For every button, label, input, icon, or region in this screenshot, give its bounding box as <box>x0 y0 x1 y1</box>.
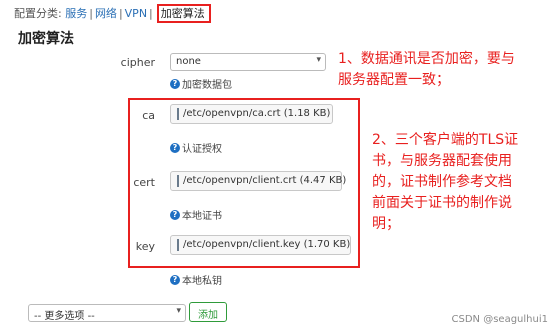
ca-label: ca <box>142 109 155 122</box>
cipher-select-value: none <box>176 56 201 67</box>
ca-help: ? 认证授权 <box>170 140 222 155</box>
breadcrumb-current-encryption: 加密算法 <box>156 4 211 23</box>
breadcrumb: 配置分类: 服务 | 网络 | VPN | 加密算法 <box>14 4 211 23</box>
ca-file-button[interactable]: /etc/openvpn/ca.crt (1.18 KB) <box>170 104 333 124</box>
more-options-select[interactable]: -- 更多选项 -- ▾ <box>28 304 186 322</box>
cert-help: ? 本地证书 <box>170 207 222 222</box>
key-file-button[interactable]: /etc/openvpn/client.key (1.70 KB) <box>170 235 351 255</box>
ca-help-text: 认证授权 <box>182 144 222 155</box>
ca-file-name: /etc/openvpn/ca.crt (1.18 KB) <box>183 108 331 119</box>
cert-label: cert <box>133 176 155 189</box>
cert-help-text: 本地证书 <box>182 211 222 222</box>
breadcrumb-link-service[interactable]: 服务 <box>65 7 87 20</box>
chevron-down-icon: ▾ <box>176 306 181 316</box>
more-options-value: -- 更多选项 -- <box>34 311 95 322</box>
annotation-1-line-2: 服务器配置一致； <box>338 72 450 88</box>
cert-file-button[interactable]: /etc/openvpn/client.crt (4.47 KB) <box>170 171 346 191</box>
watermark: CSDN @seagulhui1 <box>451 314 548 325</box>
add-option-button[interactable]: 添加 <box>189 302 227 322</box>
file-icon <box>177 239 179 251</box>
key-file-name: /etc/openvpn/client.key (1.70 KB) <box>183 239 351 250</box>
file-icon <box>177 175 179 187</box>
annotation-2-line-3: 的，证书制作参考文档 <box>372 174 512 190</box>
annotation-2-line-2: 书，与服务器配套使用 <box>372 153 512 169</box>
help-circle-icon: ? <box>170 274 180 285</box>
annotation-2: 2、三个客户端的TLS证 书，与服务器配套使用 的，证书制作参考文档 前面关于证… <box>372 130 552 235</box>
cert-file-name: /etc/openvpn/client.crt (4.47 KB) <box>183 175 347 186</box>
key-label: key <box>135 240 155 253</box>
section-title: 加密算法 <box>18 31 74 47</box>
help-circle-icon: ? <box>170 142 180 153</box>
annotation-1: 1、数据通讯是否加密，要与 服务器配置一致； <box>338 49 552 91</box>
cipher-help: ? 加密数据包 <box>170 76 232 91</box>
help-circle-icon: ? <box>170 209 180 220</box>
cipher-label: cipher <box>120 56 155 69</box>
help-circle-icon: ? <box>170 78 180 89</box>
cipher-select[interactable]: none ▾ <box>170 53 326 71</box>
annotation-2-line-4: 前面关于证书的制作说 <box>372 195 512 211</box>
annotation-1-line-1: 1、数据通讯是否加密，要与 <box>338 51 515 67</box>
breadcrumb-prefix: 配置分类: <box>14 7 62 20</box>
annotation-2-line-1: 2、三个客户端的TLS证 <box>372 132 519 148</box>
breadcrumb-link-network[interactable]: 网络 <box>95 7 117 20</box>
key-help: ? 本地私钥 <box>170 272 222 287</box>
breadcrumb-link-vpn[interactable]: VPN <box>125 7 147 20</box>
cipher-help-text: 加密数据包 <box>182 80 232 91</box>
chevron-down-icon: ▾ <box>316 55 321 65</box>
file-icon <box>177 108 179 120</box>
annotation-2-line-5: 明； <box>372 216 400 232</box>
key-help-text: 本地私钥 <box>182 276 222 287</box>
